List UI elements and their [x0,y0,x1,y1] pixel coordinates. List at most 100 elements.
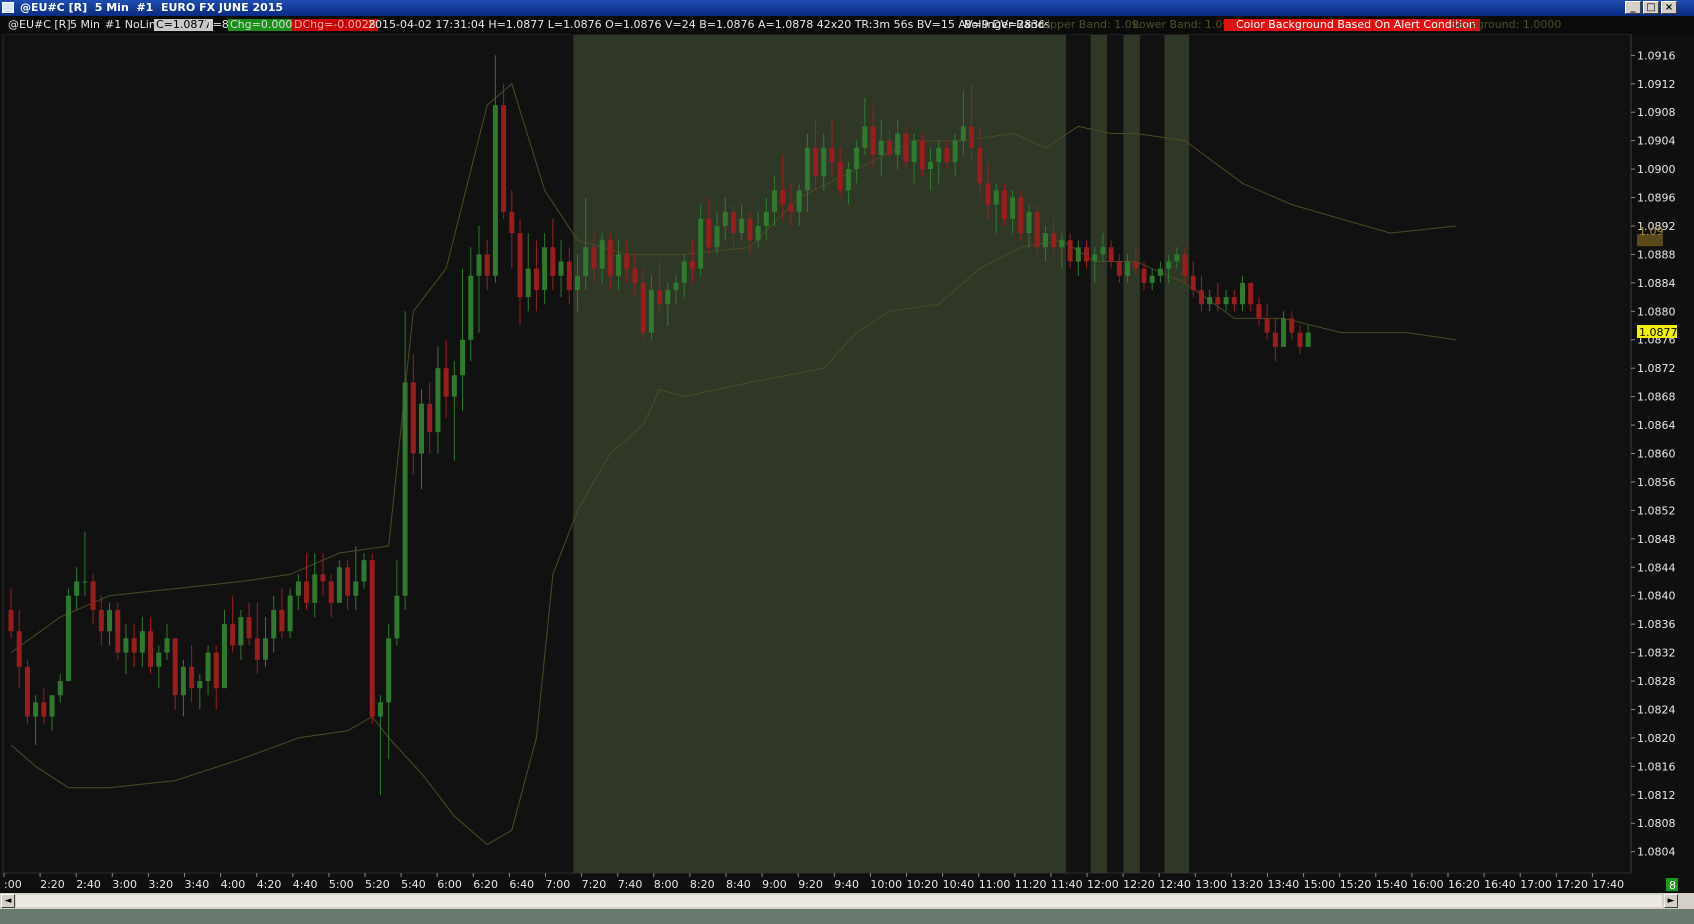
time-tick-label: 6:20 [473,878,498,891]
candle-body [1182,254,1188,276]
time-tick-label: 10:00 [870,878,902,891]
maximize-button[interactable]: □ [1643,1,1659,14]
window-title: @EU#C [R] 5 Min #1 EURO FX JUNE 2015 [20,1,284,14]
candle-body [509,211,515,234]
candle-body [730,211,736,234]
scroll-left-arrow[interactable]: ◄ [1,894,15,908]
candle-body [911,140,917,162]
candle-body [574,275,580,290]
time-tick-label: 7:20 [582,878,607,891]
candle-body [722,211,728,226]
tick-count-label: T=8 [206,18,229,31]
price-tick-label: 1.0872 [1637,362,1676,375]
time-tick-label: 5:20 [365,878,390,891]
candle-body [369,560,375,717]
symbol-label[interactable]: @EU#C [R] [8,16,71,34]
candle-body [1092,254,1098,262]
time-tick-label: 3:20 [148,878,173,891]
candle-body [1001,190,1007,219]
candle-body [41,702,47,717]
candle-body [353,581,359,596]
candle-body [107,609,113,632]
upper-band-value: Upper Band: 1.09 [1042,18,1139,31]
minimize-button[interactable]: _ [1625,1,1641,14]
interval-label[interactable]: 5 Min [70,16,100,34]
time-tick-label: 13:20 [1231,878,1263,891]
time-tick-label: 15:20 [1340,878,1372,891]
time-tick-label: 3:40 [185,878,210,891]
study-name[interactable]: Bollinger Bands [964,16,1050,34]
candle-body [336,567,342,603]
candle-body [386,638,392,703]
time-tick-label: 17:00 [1520,878,1552,891]
candle-body [238,617,244,646]
candle-body [1281,318,1287,347]
candle-body [460,339,466,376]
bar-details: 2015-04-02 17:31:04 H=1.0877 L=1.0876 O=… [368,18,1046,31]
price-tick-label: 1.0888 [1637,248,1676,261]
alert-study-label[interactable]: Color Background Based On Alert Conditio… [1224,19,1480,31]
scroll-right-arrow[interactable]: ► [1664,894,1678,908]
time-tick-label: 16:40 [1484,878,1516,891]
candle-body [607,240,613,276]
candle-body [451,375,457,397]
time-tick-label: 2:20 [40,878,65,891]
close-button[interactable]: × [1661,1,1677,14]
candle-body [1018,197,1024,234]
price-tick-label: 1.0900 [1637,163,1676,176]
candle-body [665,289,671,305]
candle-body [698,218,704,269]
candle-body [90,581,96,610]
price-tick-label: 1.0916 [1637,49,1676,62]
scroll-track[interactable] [16,895,1662,907]
time-tick-label: 9:40 [834,878,859,891]
candle-body [993,190,999,205]
horizontal-scrollbar[interactable]: ◄ ► [0,893,1694,909]
candle-body [706,218,712,248]
time-tick-label: 10:40 [943,878,975,891]
candle-body [164,638,170,653]
time-tick-label: 17:40 [1592,878,1624,891]
candle-body [928,161,934,170]
price-tick-label: 1.0832 [1637,647,1676,660]
time-tick-label: 12:40 [1159,878,1191,891]
price-tick-label: 1.0828 [1637,675,1676,688]
time-tick-label: 4:00 [221,878,246,891]
candle-body [8,609,14,632]
candle-body [689,261,695,269]
time-tick-label: 4:40 [293,878,318,891]
candle-body [550,247,556,276]
candle-body [1289,318,1295,333]
time-tick-label: 15:40 [1376,878,1408,891]
candle-body [304,581,310,603]
candle-body [320,574,326,582]
price-tick-label: 1.0816 [1637,760,1676,773]
candle-body [919,140,925,170]
candle-body [1141,268,1147,283]
price-tick-label: 1.0880 [1637,305,1676,318]
time-tick-label: 6:40 [509,878,534,891]
candle-body [65,595,71,682]
time-tick-label: 12:00 [1087,878,1119,891]
background-value: Background: 1.0000 [1450,18,1562,31]
candle-body [813,147,819,177]
candle-body [533,268,539,290]
candle-body [221,624,227,689]
price-chart[interactable]: 1.0916 1.0912 1.0908 1.0904 1.0900 1.0896 1.08… [0,34,1694,893]
candle-body [714,225,720,248]
candle [369,553,375,724]
candle-body [213,652,219,689]
candle-body [98,609,104,632]
candle-body [443,368,449,397]
candle-body [632,268,638,283]
candle-body [763,211,769,226]
candle-body [772,190,778,212]
price-axis[interactable]: 1.0916 1.0912 1.0908 1.0904 1.0900 1.0896 1.08… [1631,49,1676,859]
candle-body [254,638,260,660]
time-tick-label: 8:40 [726,878,751,891]
candle-body [419,403,424,454]
candle-body [854,147,860,170]
candle-body [1034,211,1040,248]
candle-body [870,126,876,155]
candle-body [862,126,868,148]
